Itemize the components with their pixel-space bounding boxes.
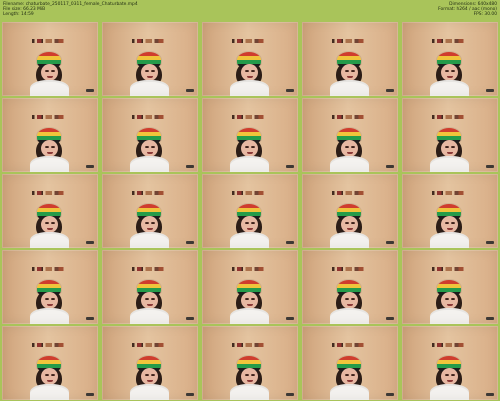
thumbnail-border [202,22,298,96]
video-thumbnail [2,22,98,96]
video-thumbnail [302,174,398,248]
thumbnail-border [202,250,298,324]
video-thumbnail [202,22,298,96]
thumbnail-border [302,174,398,248]
thumbnail-border [2,250,98,324]
length-line: Length: 14:59 [3,12,138,17]
thumbnail-border [302,98,398,172]
metadata-header: Filename: chaturbate_250117_0311_female_… [0,0,500,20]
fps-label: FPS: [473,12,484,18]
thumbnail-border [302,22,398,96]
video-thumbnail [102,326,198,400]
thumbnail-border [102,98,198,172]
length-value: 14:59 [21,12,34,18]
thumbnail-border [2,174,98,248]
thumbnail-border [202,174,298,248]
video-thumbnail [402,98,498,172]
thumbnail-border [202,98,298,172]
video-thumbnail [102,98,198,172]
fps-line: FPS: 30.00 [438,12,497,17]
thumbnail-border [2,22,98,96]
thumbnail-border [302,250,398,324]
thumbnail-border [102,250,198,324]
fps-value: 30.00 [484,12,497,18]
thumbnail-border [102,22,198,96]
format-label: Format: [438,7,456,13]
video-thumbnail [202,326,298,400]
thumbnail-border [402,250,498,324]
video-thumbnail [302,22,398,96]
video-thumbnail [402,174,498,248]
thumbnail-border [402,22,498,96]
video-thumbnail [2,174,98,248]
video-thumbnail [302,250,398,324]
thumbnail-border [402,326,498,400]
metadata-left: Filename: chaturbate_250117_0311_female_… [3,2,138,18]
video-thumbnail [2,326,98,400]
thumbnail-border [102,326,198,400]
thumbnail-border [302,326,398,400]
video-thumbnail [102,174,198,248]
thumbnail-grid [2,22,498,400]
video-thumbnail [202,250,298,324]
video-thumbnail [102,250,198,324]
thumbnail-border [2,98,98,172]
video-thumbnail [2,250,98,324]
video-thumbnail [2,98,98,172]
thumbnail-border [102,174,198,248]
video-thumbnail [402,250,498,324]
video-thumbnail [302,326,398,400]
contact-sheet: Filename: chaturbate_250117_0311_female_… [0,0,500,401]
video-thumbnail [402,326,498,400]
length-label: Length: [3,12,20,18]
metadata-right: Dimensions: 640x480 Format: h264 / aac (… [438,2,497,18]
video-thumbnail [302,98,398,172]
thumbnail-border [202,326,298,400]
thumbnail-border [402,98,498,172]
video-thumbnail [402,22,498,96]
thumbnail-border [402,174,498,248]
thumbnail-border [2,326,98,400]
video-thumbnail [202,174,298,248]
video-thumbnail [102,22,198,96]
video-thumbnail [202,98,298,172]
